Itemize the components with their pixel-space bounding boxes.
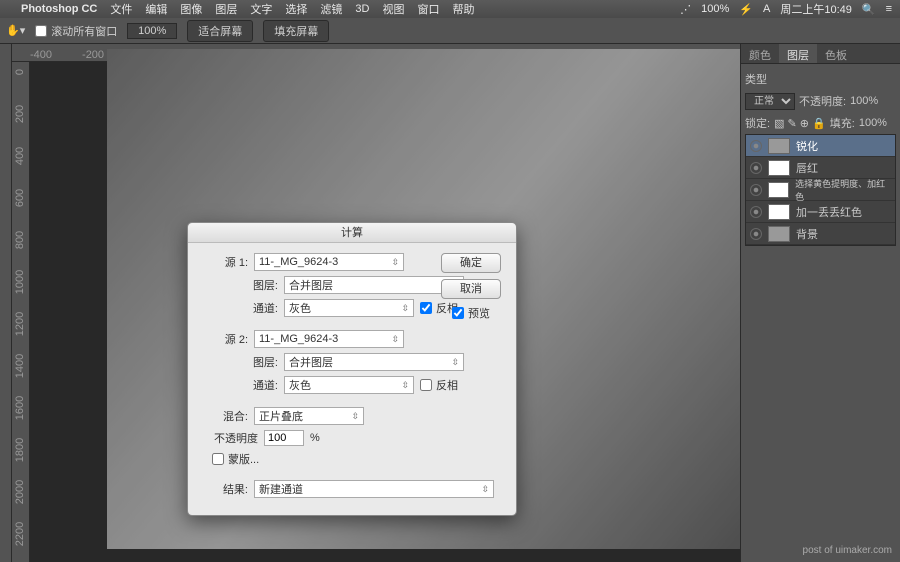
layer-thumb[interactable]	[768, 138, 790, 154]
opacity-input[interactable]	[264, 430, 304, 446]
options-bar: ✋▾ 滚动所有窗口 100% 适合屏幕 填充屏幕	[0, 18, 900, 44]
menu-filter[interactable]: 滤镜	[320, 1, 342, 17]
zoom-value[interactable]: 100%	[127, 23, 177, 39]
fill-label: 填充:	[830, 115, 855, 131]
wifi-icon[interactable]: ⋰	[680, 3, 691, 16]
channel1-select[interactable]: 灰色	[284, 299, 414, 317]
blend-select[interactable]: 正片叠底	[254, 407, 364, 425]
layer-thumb[interactable]	[768, 182, 789, 198]
menu-layer[interactable]: 图层	[215, 1, 237, 17]
layer-row[interactable]: 背景	[746, 223, 895, 245]
dialog-title: 计算	[188, 223, 516, 243]
blend-label: 混合:	[200, 408, 248, 424]
layer1-label: 图层:	[230, 277, 278, 293]
menu-edit[interactable]: 编辑	[145, 1, 167, 17]
ok-button[interactable]: 确定	[441, 253, 501, 273]
mask-checkbox[interactable]: 蒙版...	[212, 451, 260, 467]
result-select[interactable]: 新建通道	[254, 480, 494, 498]
watermark: post of uimaker.com	[803, 545, 892, 556]
layer-name: 唇红	[796, 160, 818, 176]
source1-label: 源 1:	[200, 254, 248, 270]
canvas-area: -400-20002004006008001000120014001600180…	[12, 44, 740, 562]
layers-list: 锐化 唇红 选择黄色提明度、加红色 加一丢丢红色 背景	[745, 134, 896, 246]
kind-label: 类型	[745, 71, 767, 87]
opacity-value[interactable]: 100%	[850, 95, 878, 107]
opacity-label: 不透明度	[200, 430, 258, 446]
menu-window[interactable]: 窗口	[417, 1, 439, 17]
menu-icon[interactable]: ≡	[886, 3, 892, 15]
tab-layers[interactable]: 图层	[779, 44, 817, 63]
channel2-label: 通道:	[230, 377, 278, 393]
layer-name: 锐化	[796, 138, 818, 154]
layer-row[interactable]: 选择黄色提明度、加红色	[746, 179, 895, 201]
menu-file[interactable]: 文件	[110, 1, 132, 17]
fill-value[interactable]: 100%	[859, 117, 887, 129]
source2-label: 源 2:	[200, 331, 248, 347]
fill-screen-button[interactable]: 填充屏幕	[263, 20, 329, 42]
ime-icon[interactable]: A	[763, 3, 770, 15]
visibility-icon[interactable]	[750, 206, 762, 218]
menu-help[interactable]: 帮助	[452, 1, 474, 17]
menu-type[interactable]: 文字	[250, 1, 272, 17]
macos-menubar: Photoshop CC 文件 编辑 图像 图层 文字 选择 滤镜 3D 视图 …	[0, 0, 900, 18]
layer-thumb[interactable]	[768, 160, 790, 176]
battery-icon: ⚡	[739, 3, 753, 16]
tab-color[interactable]: 颜色	[741, 44, 779, 63]
layer-name: 选择黄色提明度、加红色	[795, 177, 891, 203]
blend-mode-select[interactable]: 正常	[745, 93, 795, 110]
menu-view[interactable]: 视图	[382, 1, 404, 17]
layer-row[interactable]: 加一丢丢红色	[746, 201, 895, 223]
menu-image[interactable]: 图像	[180, 1, 202, 17]
clock: 周二上午10:49	[780, 1, 852, 17]
source1-select[interactable]: 11-_MG_9624-3	[254, 253, 404, 271]
cancel-button[interactable]: 取消	[441, 279, 501, 299]
layer-row[interactable]: 锐化	[746, 135, 895, 157]
app-name[interactable]: Photoshop CC	[21, 3, 97, 15]
visibility-icon[interactable]	[750, 184, 762, 196]
visibility-icon[interactable]	[750, 228, 762, 240]
visibility-icon[interactable]	[750, 140, 762, 152]
layer2-label: 图层:	[230, 354, 278, 370]
hand-tool-icon[interactable]: ✋▾	[6, 24, 25, 37]
ruler-vertical: 0200400600800100012001400160018002000220…	[12, 62, 30, 562]
channel1-label: 通道:	[230, 300, 278, 316]
channel2-select[interactable]: 灰色	[284, 376, 414, 394]
scroll-all-checkbox[interactable]: 滚动所有窗口	[35, 23, 117, 39]
menu-3d[interactable]: 3D	[355, 3, 369, 15]
layer-name: 背景	[796, 226, 818, 242]
lock-icons[interactable]: ▧ ✎ ⊕ 🔒	[774, 117, 826, 130]
layer1-select[interactable]: 合并图层	[284, 276, 464, 294]
source2-select[interactable]: 11-_MG_9624-3	[254, 330, 404, 348]
left-toolbar[interactable]	[0, 44, 12, 562]
calculations-dialog: 计算 确定 取消 预览 源 1: 11-_MG_9624-3 图层: 合并图层 通道…	[187, 222, 517, 516]
panel-tabs: 颜色 图层 色板	[741, 44, 900, 64]
layer-thumb[interactable]	[768, 204, 790, 220]
lock-label: 锁定:	[745, 115, 770, 131]
battery-pct: 100%	[701, 3, 729, 15]
tab-swatches[interactable]: 色板	[817, 44, 855, 63]
visibility-icon[interactable]	[750, 162, 762, 174]
opacity-label: 不透明度:	[799, 93, 846, 109]
layer2-select[interactable]: 合并图层	[284, 353, 464, 371]
layer-name: 加一丢丢红色	[796, 204, 862, 220]
invert2-checkbox[interactable]: 反相	[420, 377, 468, 393]
menu-select[interactable]: 选择	[285, 1, 307, 17]
search-icon[interactable]: 🔍	[862, 3, 876, 16]
layer-thumb[interactable]	[768, 226, 790, 242]
preview-checkbox[interactable]: 预览	[452, 305, 490, 321]
panels-area: 颜色 图层 色板 类型 正常 不透明度: 100% 锁定: ▧ ✎ ⊕ 🔒 填充…	[740, 44, 900, 562]
fit-screen-button[interactable]: 适合屏幕	[187, 20, 253, 42]
result-label: 结果:	[200, 481, 248, 497]
